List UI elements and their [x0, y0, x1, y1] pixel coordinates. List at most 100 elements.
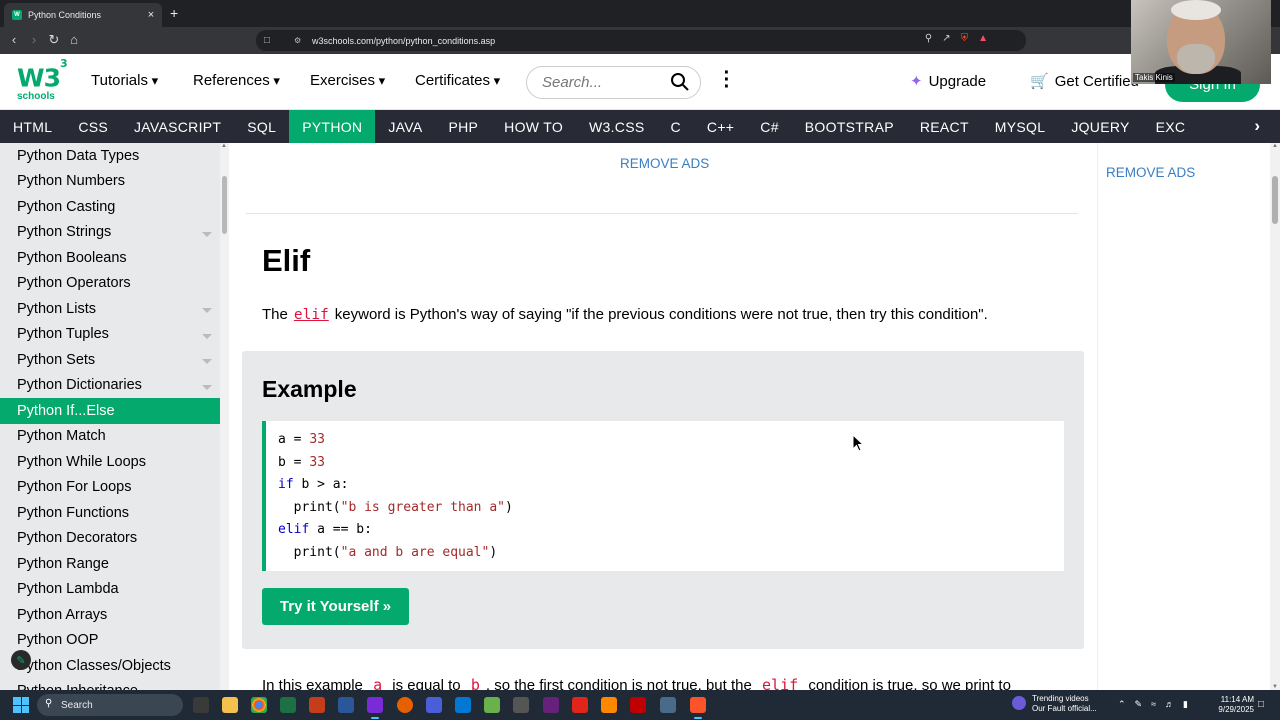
task-view-icon[interactable] [193, 697, 209, 713]
sidebar-item[interactable]: Python Arrays [0, 602, 220, 628]
remove-ads-link[interactable]: REMOVE ADS [620, 156, 709, 171]
exercises-menu[interactable]: Exercises [310, 72, 385, 89]
edit-pencil-icon[interactable]: ✎ [11, 650, 31, 670]
wifi-icon[interactable]: ≈ [1151, 699, 1156, 710]
topnav-item-php[interactable]: PHP [435, 110, 491, 143]
remove-ads-link-right[interactable]: REMOVE ADS [1106, 165, 1195, 180]
zoom-icon[interactable]: ⚲ [925, 33, 932, 44]
chevron-down-icon[interactable] [202, 384, 212, 390]
search-input[interactable]: Search... [526, 66, 701, 99]
back-icon[interactable]: ‹ [6, 32, 22, 47]
visual-studio-icon[interactable] [543, 697, 559, 713]
sidebar-item[interactable]: Python Numbers [0, 169, 220, 195]
sidebar-scroll-thumb[interactable] [222, 176, 227, 234]
sidebar-item[interactable]: Python Tuples [0, 322, 220, 348]
more-menu-icon[interactable]: · · · [722, 63, 732, 97]
sidebar-item[interactable]: Python OOP [0, 628, 220, 654]
site-info-icon[interactable]: ⚙ [294, 36, 304, 45]
sidebar-item[interactable]: Python Data Types [0, 143, 220, 169]
page-scroll-thumb[interactable] [1272, 176, 1278, 224]
topnav-item-c-[interactable]: C++ [694, 110, 747, 143]
elif-keyword-link[interactable]: elif [288, 307, 335, 323]
brave-browser-icon[interactable] [690, 697, 706, 719]
home-icon[interactable]: ⌂ [66, 32, 82, 47]
topnav-item-w3-css[interactable]: W3.CSS [576, 110, 657, 143]
reload-icon[interactable]: ↻ [46, 32, 62, 48]
pdf-reader-icon[interactable] [572, 697, 588, 713]
notification-icon[interactable]: □ [1258, 699, 1264, 710]
chevron-down-icon[interactable] [202, 359, 212, 364]
close-tab-icon[interactable]: × [144, 9, 158, 21]
brave-shields-icon[interactable]: ⛨ [961, 33, 969, 44]
vlc-icon[interactable] [601, 697, 617, 713]
sidebar-item[interactable]: Python Lambda [0, 577, 220, 603]
sidebar-item[interactable]: Python Range [0, 551, 220, 577]
topnav-item-exc[interactable]: EXC [1143, 110, 1199, 143]
sidebar-item[interactable]: Python While Loops [0, 449, 220, 475]
topnav-item-sql[interactable]: SQL [234, 110, 289, 143]
pen-icon[interactable]: ✎ [1135, 699, 1143, 710]
volume-icon[interactable]: ♬ [1165, 699, 1174, 710]
new-tab-icon[interactable]: + [170, 5, 178, 21]
terminal-icon[interactable] [513, 697, 529, 713]
sidebar-item[interactable]: Python Decorators [0, 526, 220, 552]
vscode-icon[interactable] [455, 697, 471, 713]
file-explorer-icon[interactable] [222, 697, 238, 713]
topnav-item-react[interactable]: REACT [907, 110, 982, 143]
firefox-icon[interactable] [397, 697, 413, 713]
try-it-yourself-button[interactable]: Try it Yourself » [262, 588, 409, 625]
app-icon[interactable] [426, 697, 442, 713]
page-scrollbar[interactable]: ▲ ▼ [1270, 143, 1280, 690]
sidebar-item[interactable]: Python Strings [0, 220, 220, 246]
sidebar-item[interactable]: Python If...Else [0, 398, 220, 424]
zoom-app-icon[interactable] [367, 697, 383, 719]
topnav-item-mysql[interactable]: MYSQL [982, 110, 1059, 143]
filezilla-icon[interactable] [630, 697, 646, 713]
topnav-item-javascript[interactable]: JAVASCRIPT [121, 110, 234, 143]
app-icon-2[interactable] [660, 697, 676, 713]
topnav-item-c[interactable]: C [658, 110, 694, 143]
brave-rewards-icon[interactable]: ▲ [978, 33, 988, 44]
topnav-item-java[interactable]: JAVA [375, 110, 435, 143]
page-scroll-up-icon[interactable]: ▲ [1272, 143, 1278, 149]
sidebar-item[interactable]: Python Casting [0, 194, 220, 220]
sidebar-item[interactable]: Python For Loops [0, 475, 220, 501]
bookmark-icon[interactable]: □ [264, 35, 276, 46]
chevron-down-icon[interactable] [202, 231, 212, 237]
word-icon[interactable] [338, 697, 354, 713]
chevron-down-icon[interactable] [202, 308, 212, 313]
topnav-item-c-[interactable]: C# [747, 110, 792, 143]
w3schools-logo[interactable]: W33 schools [17, 57, 68, 103]
scroll-right-icon[interactable]: › [1254, 116, 1260, 136]
tray-chevron-icon[interactable]: ⌃ [1118, 699, 1126, 710]
address-bar[interactable]: □ ⚙ w3schools.com/python/python_conditio… [256, 30, 1026, 51]
topnav-item-bootstrap[interactable]: BOOTSTRAP [792, 110, 907, 143]
chevron-down-icon[interactable] [202, 333, 212, 339]
sidebar-item[interactable]: Python Sets [0, 347, 220, 373]
taskbar-search[interactable]: ⚲ Search [37, 694, 183, 716]
system-clock[interactable]: 11:14 AM 9/29/2025 [1210, 695, 1254, 715]
topnav-item-how-to[interactable]: HOW TO [491, 110, 576, 143]
search-icon[interactable] [670, 72, 690, 92]
sidebar-item[interactable]: Python Match [0, 424, 220, 450]
notepad-plus-icon[interactable] [484, 697, 500, 713]
share-icon[interactable]: ↗ [942, 33, 950, 44]
topnav-item-python[interactable]: PYTHON [289, 110, 376, 143]
sidebar-item[interactable]: Python Functions [0, 500, 220, 526]
powerpoint-icon[interactable] [309, 697, 325, 713]
sidebar-item[interactable]: Python Inheritance [0, 679, 220, 690]
forward-icon[interactable]: › [26, 32, 42, 47]
browser-tab[interactable]: W Python Conditions × [4, 3, 162, 27]
topnav-item-jquery[interactable]: JQUERY [1058, 110, 1142, 143]
tutorials-menu[interactable]: Tutorials [91, 72, 158, 89]
sidebar-item[interactable]: Python Booleans [0, 245, 220, 271]
scroll-up-icon[interactable]: ▲ [221, 143, 227, 149]
sidebar-item[interactable]: Python Operators [0, 271, 220, 297]
certificates-menu[interactable]: Certificates [415, 72, 500, 89]
upgrade-link[interactable]: ✦ Upgrade [910, 72, 986, 90]
sidebar-item[interactable]: Python Classes/Objects [0, 653, 220, 679]
sidebar-item[interactable]: Python Lists [0, 296, 220, 322]
get-certified-link[interactable]: 🛒 Get Certified [1030, 72, 1139, 90]
battery-icon[interactable]: ▮ [1183, 699, 1188, 710]
sidebar-item[interactable]: Python Dictionaries [0, 373, 220, 399]
